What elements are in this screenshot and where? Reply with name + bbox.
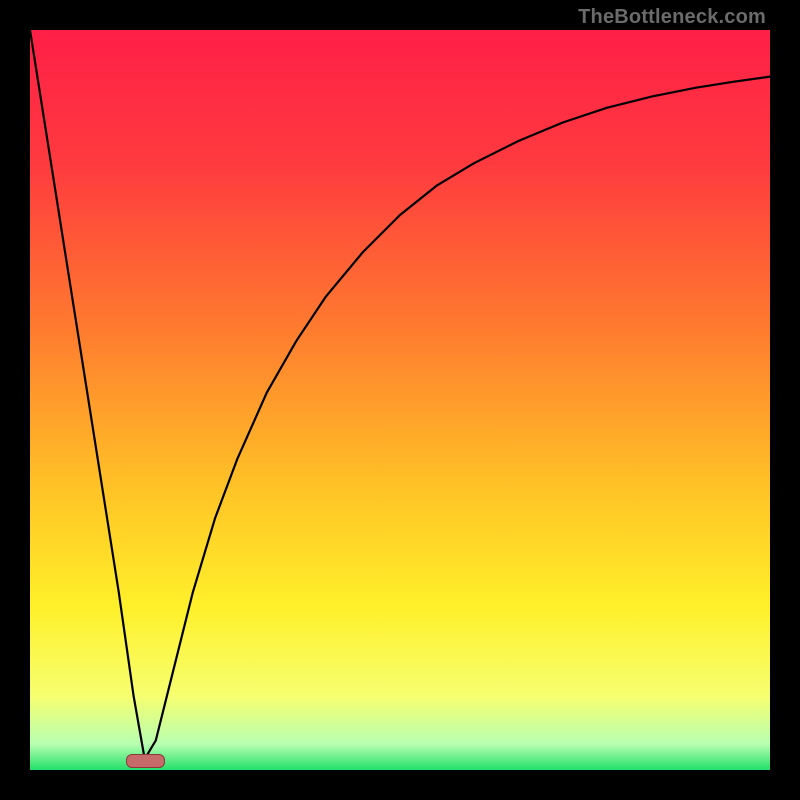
chart-frame: TheBottleneck.com — [0, 0, 800, 800]
optimal-marker — [126, 754, 165, 768]
watermark-text: TheBottleneck.com — [578, 6, 766, 29]
plot-area — [30, 30, 770, 770]
bottleneck-curve — [30, 30, 770, 770]
